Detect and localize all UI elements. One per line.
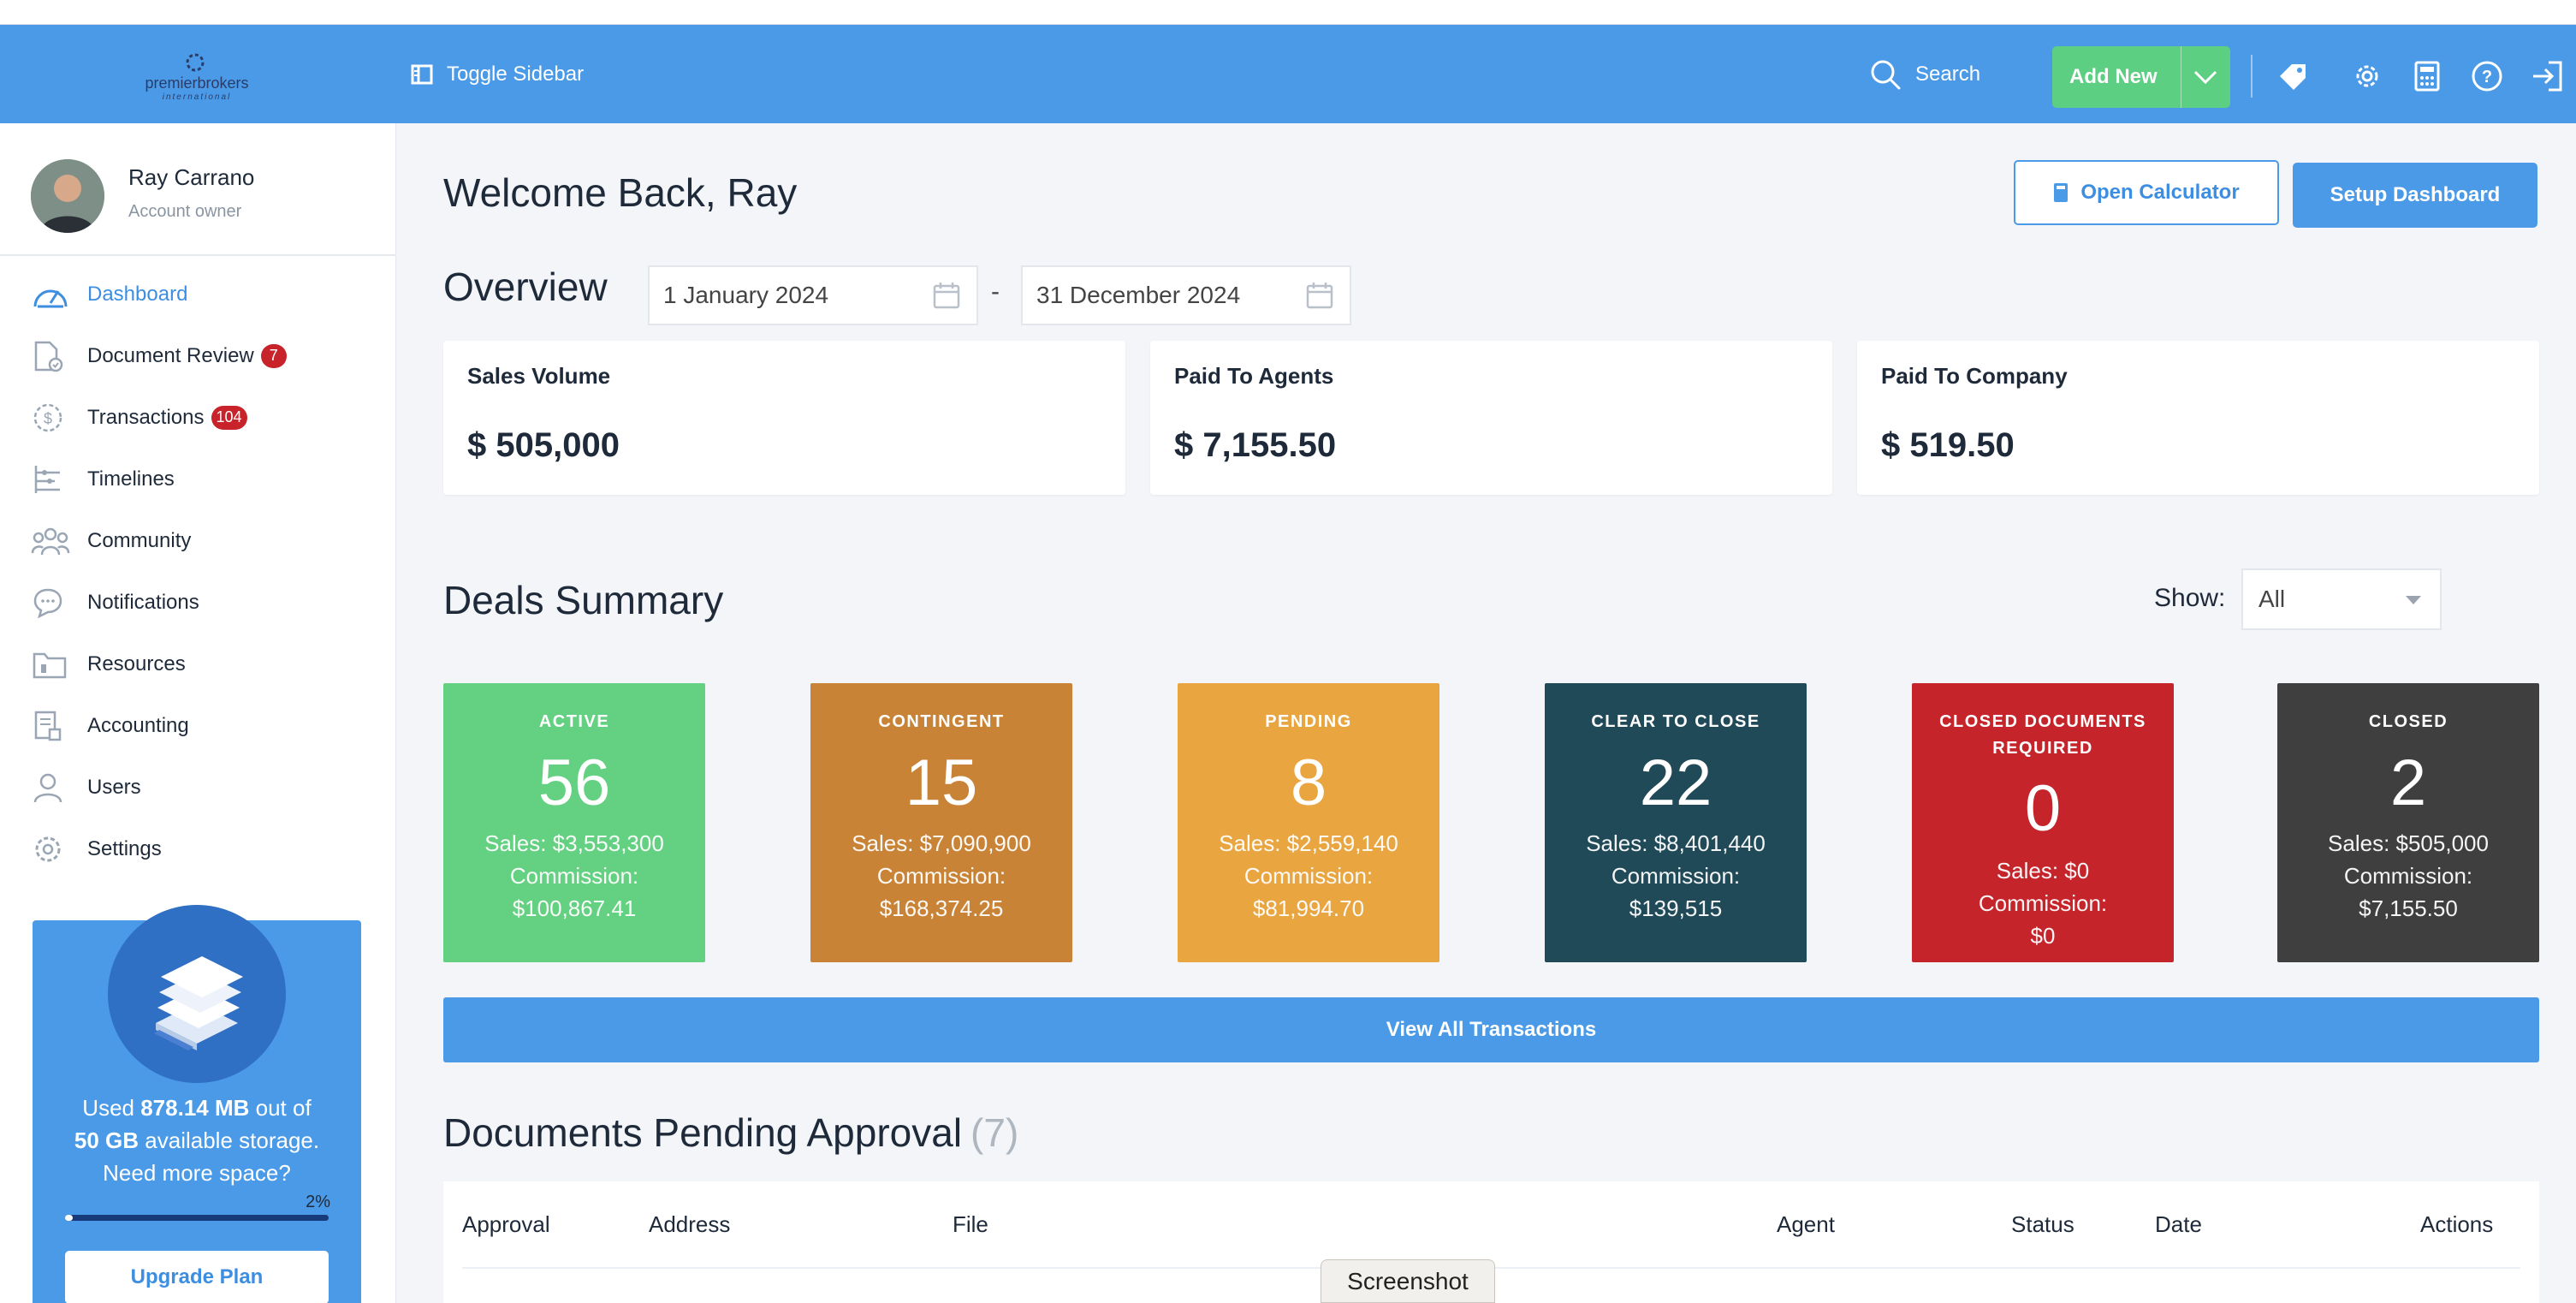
main-content: Welcome Back, Ray Open Calculator Setup …: [396, 123, 2576, 1303]
date-from-field[interactable]: 1 January 2024: [648, 265, 978, 325]
deals-summary-title: Deals Summary: [443, 578, 724, 622]
chevron-down-icon: [2406, 596, 2421, 604]
search-label: Search: [1915, 62, 1981, 86]
documents-pending-count: (7): [970, 1110, 1019, 1155]
document-check-icon: [31, 337, 72, 375]
sidebar-item-community[interactable]: Community: [31, 522, 191, 560]
search-button[interactable]: Search: [1869, 57, 1980, 92]
column-header-agent[interactable]: Agent: [1777, 1181, 1835, 1267]
documents-stack-icon: [108, 905, 286, 1083]
svg-text:$: $: [44, 410, 52, 427]
calendar-icon[interactable]: [932, 281, 961, 310]
logout-icon[interactable]: [2530, 59, 2564, 93]
help-icon[interactable]: ?: [2470, 59, 2504, 93]
date-range-separator: -: [991, 277, 1000, 306]
storage-usage-text: Used 878.14 MB out of 50 GB available st…: [74, 1095, 320, 1186]
avatar[interactable]: [31, 159, 104, 233]
deal-card-closed-documents-required[interactable]: CLOSED DOCUMENTS REQUIRED 0 Sales: $0 Co…: [1912, 683, 2174, 962]
storage-panel: Used 878.14 MB out of 50 GB available st…: [33, 905, 361, 1303]
sidebar-item-accounting[interactable]: Accounting: [31, 707, 189, 745]
company-logo[interactable]: premierbrokers international: [128, 52, 265, 104]
column-header-approval[interactable]: Approval: [462, 1181, 550, 1267]
screenshot-tooltip: Screenshot: [1321, 1259, 1495, 1303]
chat-bubble-icon: [31, 584, 72, 622]
svg-text:premierbrokers: premierbrokers: [145, 74, 248, 92]
toggle-sidebar-button[interactable]: Toggle Sidebar: [411, 59, 584, 90]
user-profile[interactable]: Ray Carrano Account owner: [0, 123, 396, 256]
setup-dashboard-button[interactable]: Setup Dashboard: [2293, 163, 2537, 228]
status-badge: 104: [211, 406, 247, 430]
user-name: Ray Carrano: [128, 164, 255, 190]
dashboard-gauge-icon: [31, 276, 72, 313]
user-role: Account owner: [128, 202, 242, 221]
sidebar: Ray Carrano Account owner Dashboard Docu…: [0, 123, 396, 1303]
date-to-field[interactable]: 31 December 2024: [1021, 265, 1351, 325]
storage-progress-fill: [65, 1215, 74, 1221]
stat-card-sales-volume: Sales Volume $ 505,000: [443, 341, 1125, 495]
tag-icon[interactable]: [2276, 59, 2311, 93]
timeline-icon: [31, 461, 72, 498]
sidebar-item-settings[interactable]: Settings: [31, 830, 162, 868]
page-title: Welcome Back, Ray: [443, 170, 798, 215]
deal-card-pending[interactable]: PENDING 8 Sales: $2,559,140 Commission: …: [1178, 683, 1439, 962]
column-header-actions: Actions: [2420, 1211, 2494, 1237]
add-new-label: Add New: [2069, 65, 2158, 88]
column-header-address[interactable]: Address: [649, 1181, 730, 1267]
calculator-icon: [2053, 182, 2069, 203]
sidebar-item-transactions[interactable]: $ Transactions 104: [31, 399, 247, 437]
sidebar-item-resources[interactable]: Resources: [31, 646, 186, 683]
open-calculator-button[interactable]: Open Calculator: [2014, 160, 2279, 225]
top-header: premierbrokers international Toggle Side…: [0, 25, 2576, 123]
browser-bookmarks-bar: [0, 0, 2576, 25]
deal-card-active[interactable]: ACTIVE 56 Sales: $3,553,300 Commission: …: [443, 683, 705, 962]
people-icon: [31, 522, 72, 560]
overview-title: Overview: [443, 265, 608, 309]
sidebar-item-timelines[interactable]: Timelines: [31, 461, 175, 498]
user-icon: [31, 769, 72, 806]
svg-text:international: international: [163, 92, 231, 102]
gear-icon[interactable]: [2350, 59, 2384, 93]
documents-pending-title: Documents Pending Approval (7): [443, 1110, 1019, 1155]
stat-card-paid-to-agents: Paid To Agents $ 7,155.50: [1150, 341, 1832, 495]
show-filter-select[interactable]: All: [2241, 568, 2442, 630]
show-filter-label: Show:: [2154, 584, 2226, 612]
storage-progress-bar: [65, 1215, 329, 1221]
deal-card-clear-to-close[interactable]: CLEAR TO CLOSE 22 Sales: $8,401,440 Comm…: [1545, 683, 1807, 962]
deal-card-contingent[interactable]: CONTINGENT 15 Sales: $7,090,900 Commissi…: [810, 683, 1072, 962]
status-badge: 7: [260, 344, 287, 368]
sidebar-toggle-icon: [411, 63, 433, 86]
folder-icon: [31, 646, 72, 683]
chevron-down-icon[interactable]: [2181, 68, 2229, 86]
ledger-icon: [31, 707, 72, 745]
stat-card-paid-to-company: Paid To Company $ 519.50: [1857, 341, 2539, 495]
sidebar-item-document-review[interactable]: Document Review 7: [31, 337, 287, 375]
view-all-transactions-button[interactable]: View All Transactions: [443, 997, 2539, 1062]
search-icon: [1869, 58, 1902, 91]
column-header-date[interactable]: Date: [2155, 1181, 2202, 1267]
column-header-file[interactable]: File: [953, 1181, 988, 1267]
add-new-button[interactable]: Add New: [2052, 46, 2230, 108]
upgrade-plan-button[interactable]: Upgrade Plan: [65, 1251, 329, 1303]
storage-percent: 2%: [306, 1193, 330, 1211]
sidebar-item-notifications[interactable]: Notifications: [31, 584, 199, 622]
calendar-icon[interactable]: [1305, 281, 1334, 310]
dollar-circle-icon: $: [31, 399, 72, 437]
svg-text:?: ?: [2482, 68, 2492, 86]
open-calculator-label: Open Calculator: [2080, 181, 2240, 204]
sidebar-item-dashboard[interactable]: Dashboard: [31, 276, 187, 313]
gear-icon: [31, 830, 72, 868]
toggle-sidebar-label: Toggle Sidebar: [447, 62, 585, 86]
column-header-status[interactable]: Status: [2011, 1181, 2074, 1267]
sidebar-item-users[interactable]: Users: [31, 769, 141, 806]
deal-card-closed[interactable]: CLOSED 2 Sales: $505,000 Commission: $7,…: [2277, 683, 2539, 962]
calculator-icon[interactable]: [2410, 59, 2444, 93]
